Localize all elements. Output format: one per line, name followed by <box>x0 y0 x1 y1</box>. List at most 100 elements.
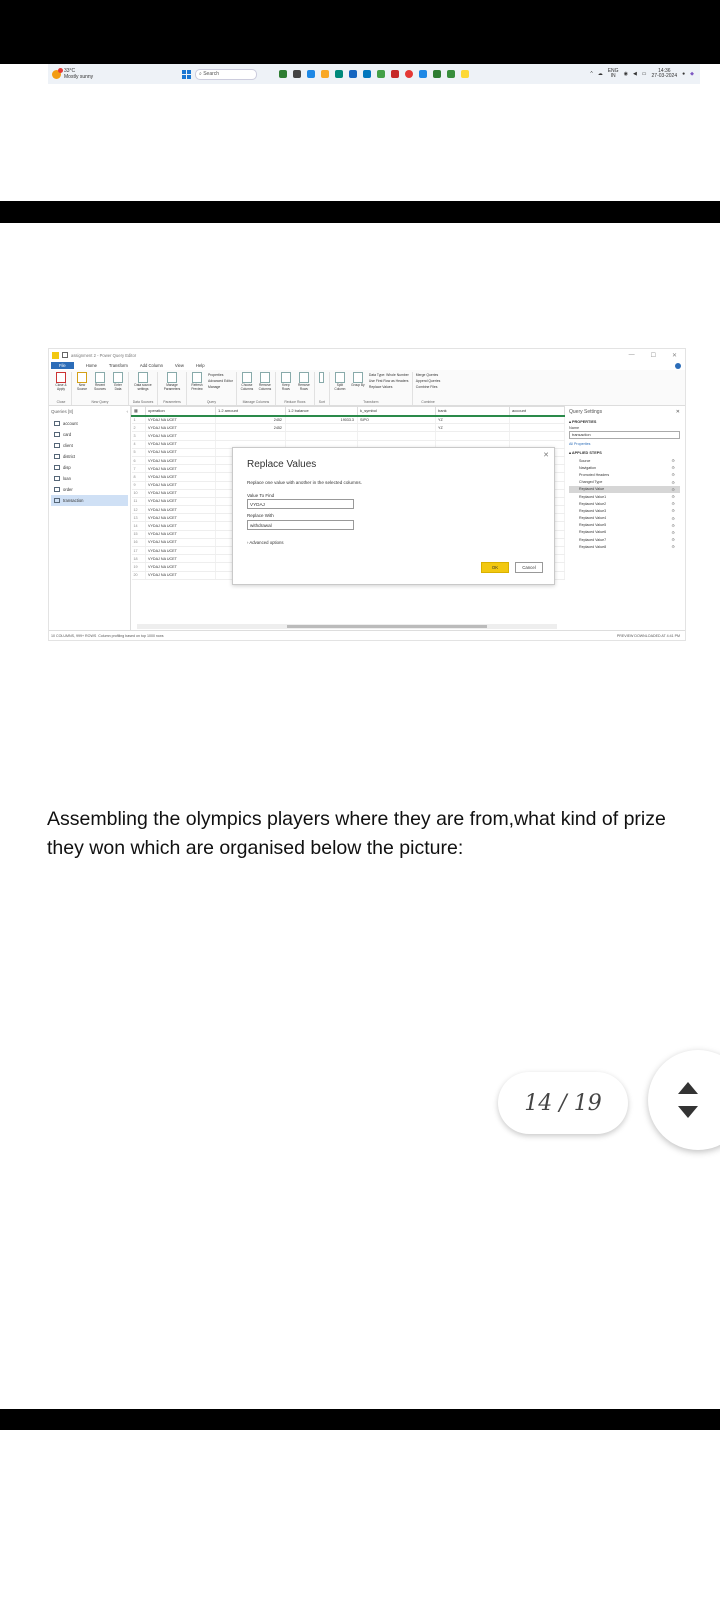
applied-step[interactable]: Replaced Value <box>569 485 680 493</box>
close-icon[interactable]: ✕ <box>672 352 677 359</box>
applied-step[interactable]: Navigation <box>569 464 680 471</box>
arrow-down-icon[interactable] <box>678 1106 698 1118</box>
menu-view[interactable]: View <box>175 363 184 368</box>
replace-with-input[interactable]: withdrawal <box>247 520 354 530</box>
applied-step[interactable]: Replaced Value3 <box>569 507 680 514</box>
chevron-up-icon[interactable]: ^ <box>590 71 592 77</box>
applied-step[interactable]: Replaced Value6 <box>569 529 680 536</box>
column-header[interactable]: 1.2 amount <box>215 406 286 417</box>
app-icon[interactable] <box>377 70 385 78</box>
advanced-options-toggle[interactable]: › Advanced options <box>247 540 284 545</box>
applied-step[interactable]: Replaced Value8 <box>569 543 680 550</box>
recent-sources-button[interactable]: Recent Sources <box>93 372 107 391</box>
close-icon[interactable]: ✕ <box>543 451 549 459</box>
split-column-button[interactable]: Split Column <box>333 372 347 391</box>
refresh-preview-button[interactable]: Refresh Preview <box>190 372 204 391</box>
arrow-up-icon[interactable] <box>678 1082 698 1094</box>
app-icon[interactable] <box>349 70 357 78</box>
row-selector-header[interactable]: ▦ <box>131 406 146 417</box>
properties-button[interactable]: Properties <box>208 373 233 377</box>
combine-files-button[interactable]: Combine Files <box>416 385 441 389</box>
help-icon[interactable] <box>675 362 681 369</box>
horizontal-scrollbar[interactable] <box>137 624 557 629</box>
app-icon[interactable] <box>307 70 315 78</box>
menu-file[interactable]: File <box>51 362 74 369</box>
wifi-icon[interactable]: ◉ <box>624 71 628 77</box>
menu-add-column[interactable]: Add Column <box>140 363 163 368</box>
app-icon[interactable] <box>279 70 287 78</box>
app-icon[interactable] <box>335 70 343 78</box>
query-item[interactable]: district <box>51 451 128 462</box>
applied-step[interactable]: Changed Type <box>569 479 680 486</box>
first-row-headers-button[interactable]: Use First Row as Headers <box>369 379 409 383</box>
sort-button[interactable] <box>318 372 326 384</box>
query-item[interactable]: transaction <box>51 495 128 506</box>
cloud-icon[interactable]: ☁ <box>598 71 603 77</box>
column-header[interactable]: operation <box>145 406 216 417</box>
ok-button[interactable]: OK <box>481 562 509 573</box>
menu-transform[interactable]: Transform <box>109 363 128 368</box>
data-source-settings-button[interactable]: Data source settings <box>132 372 154 391</box>
chrome-icon[interactable] <box>405 70 413 78</box>
value-to-find-input[interactable]: VYDAJ <box>247 499 354 509</box>
data-type-dropdown[interactable]: Data Type: Whole Number <box>369 373 409 377</box>
app-icon[interactable] <box>391 70 399 78</box>
column-header[interactable]: bank <box>435 406 510 417</box>
app-icon[interactable] <box>293 70 301 78</box>
remove-rows-button[interactable]: Remove Rows <box>297 372 311 391</box>
table-row[interactable]: 2 VYDAJ NA UCET 2452 YZ <box>131 423 565 433</box>
column-header[interactable]: k_symbol <box>357 406 436 417</box>
column-header[interactable]: account <box>509 406 565 417</box>
copilot-icon[interactable]: ◆ <box>690 71 694 77</box>
app-icon[interactable] <box>461 70 469 78</box>
table-row[interactable]: 1 VYDAJ NA UCET 2452 19033.3 SIPO YZ <box>131 415 565 425</box>
append-queries-button[interactable]: Append Queries <box>416 379 441 383</box>
app-icon[interactable] <box>419 70 427 78</box>
app-icon[interactable] <box>433 70 441 78</box>
query-name-input[interactable]: transaction <box>569 431 680 439</box>
applied-step[interactable]: Replaced Value7 <box>569 536 680 543</box>
windows-start-icon[interactable] <box>182 69 191 79</box>
advanced-editor-button[interactable]: Advanced Editor <box>208 379 233 383</box>
applied-step[interactable]: Replaced Value2 <box>569 500 680 507</box>
remove-columns-button[interactable]: Remove Columns <box>258 372 272 391</box>
query-item[interactable]: client <box>51 440 128 451</box>
menu-home[interactable]: Home <box>86 363 97 368</box>
applied-step[interactable]: Replaced Value4 <box>569 515 680 522</box>
choose-columns-button[interactable]: Choose Columns <box>240 372 254 391</box>
manage-parameters-button[interactable]: Manage Parameters <box>161 372 183 391</box>
app-icon[interactable] <box>363 70 371 78</box>
weather-widget[interactable]: 33°C Mostly sunny <box>48 67 168 80</box>
maximize-icon[interactable]: ☐ <box>651 352 656 359</box>
query-item[interactable]: order <box>51 484 128 495</box>
table-row[interactable]: 3 VYDAJ NA UCET <box>131 431 565 441</box>
applied-step[interactable]: Promoted Headers <box>569 471 680 478</box>
minimize-icon[interactable]: — <box>629 352 635 359</box>
close-icon[interactable]: ✕ <box>676 409 680 415</box>
merge-queries-button[interactable]: Merge Queries <box>416 373 441 377</box>
menu-help[interactable]: Help <box>196 363 205 368</box>
keep-rows-button[interactable]: Keep Rows <box>279 372 293 391</box>
new-source-button[interactable]: New Source <box>75 372 89 391</box>
query-item[interactable]: card <box>51 429 128 440</box>
query-item[interactable]: account <box>51 418 128 429</box>
query-item[interactable]: loan <box>51 473 128 484</box>
taskbar-search[interactable]: ⌕ Search <box>195 68 257 80</box>
app-icon[interactable] <box>447 70 455 78</box>
applied-step[interactable]: Replaced Value1 <box>569 493 680 500</box>
all-properties-link[interactable]: All Properties <box>569 442 680 446</box>
replace-values-button[interactable]: Replace Values <box>369 385 409 389</box>
cancel-button[interactable]: Cancel <box>515 562 543 573</box>
folder-icon[interactable] <box>321 70 329 78</box>
close-apply-button[interactable]: Close & Apply <box>54 372 68 391</box>
group-by-button[interactable]: Group By <box>351 372 365 388</box>
notification-icon[interactable]: ● <box>682 71 685 77</box>
query-item[interactable]: disp <box>51 462 128 473</box>
volume-icon[interactable]: ◀ <box>633 71 637 77</box>
manage-button[interactable]: Manage <box>208 385 233 389</box>
collapse-icon[interactable]: ‹ <box>127 409 129 414</box>
battery-icon[interactable]: ▭ <box>642 71 647 77</box>
save-icon[interactable] <box>62 352 68 358</box>
clock[interactable]: 14:36 27-03-2024 <box>652 69 678 79</box>
enter-data-button[interactable]: Enter Data <box>111 372 125 391</box>
